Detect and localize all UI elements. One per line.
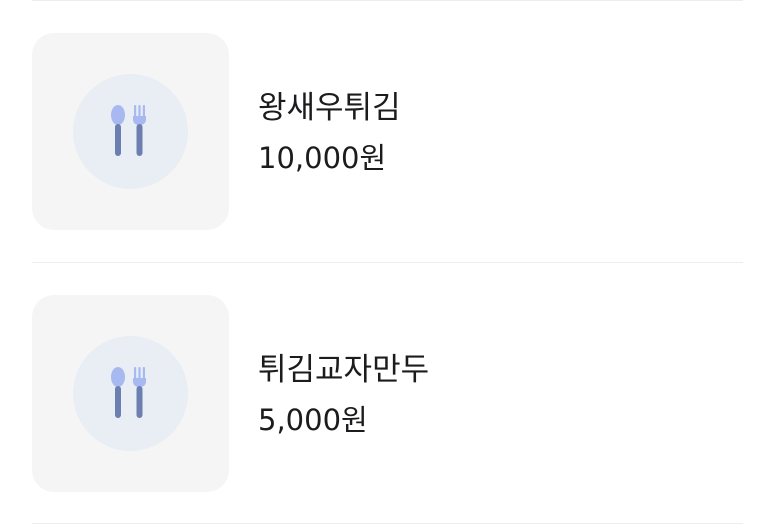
menu-item[interactable]: 튀김교자만두 5,000원	[32, 295, 743, 492]
menu-item-name: 왕새우튀김	[258, 90, 401, 126]
utensils-icon	[111, 105, 146, 156]
plate-placeholder	[73, 74, 188, 189]
menu-item[interactable]: 왕새우튀김 10,000원	[32, 33, 743, 230]
menu-item-image	[32, 33, 229, 230]
menu-item-price: 5,000원	[258, 403, 368, 437]
menu-list: 왕새우튀김 10,000원 튀김교자만두 5,000원	[0, 0, 773, 529]
menu-item-name: 튀김교자만두	[258, 352, 430, 388]
menu-item-price: 10,000원	[258, 141, 387, 175]
plate-placeholder	[73, 336, 188, 451]
utensils-icon	[111, 367, 146, 418]
divider	[32, 262, 743, 263]
divider	[32, 0, 743, 1]
divider	[32, 523, 743, 524]
menu-item-image	[32, 295, 229, 492]
